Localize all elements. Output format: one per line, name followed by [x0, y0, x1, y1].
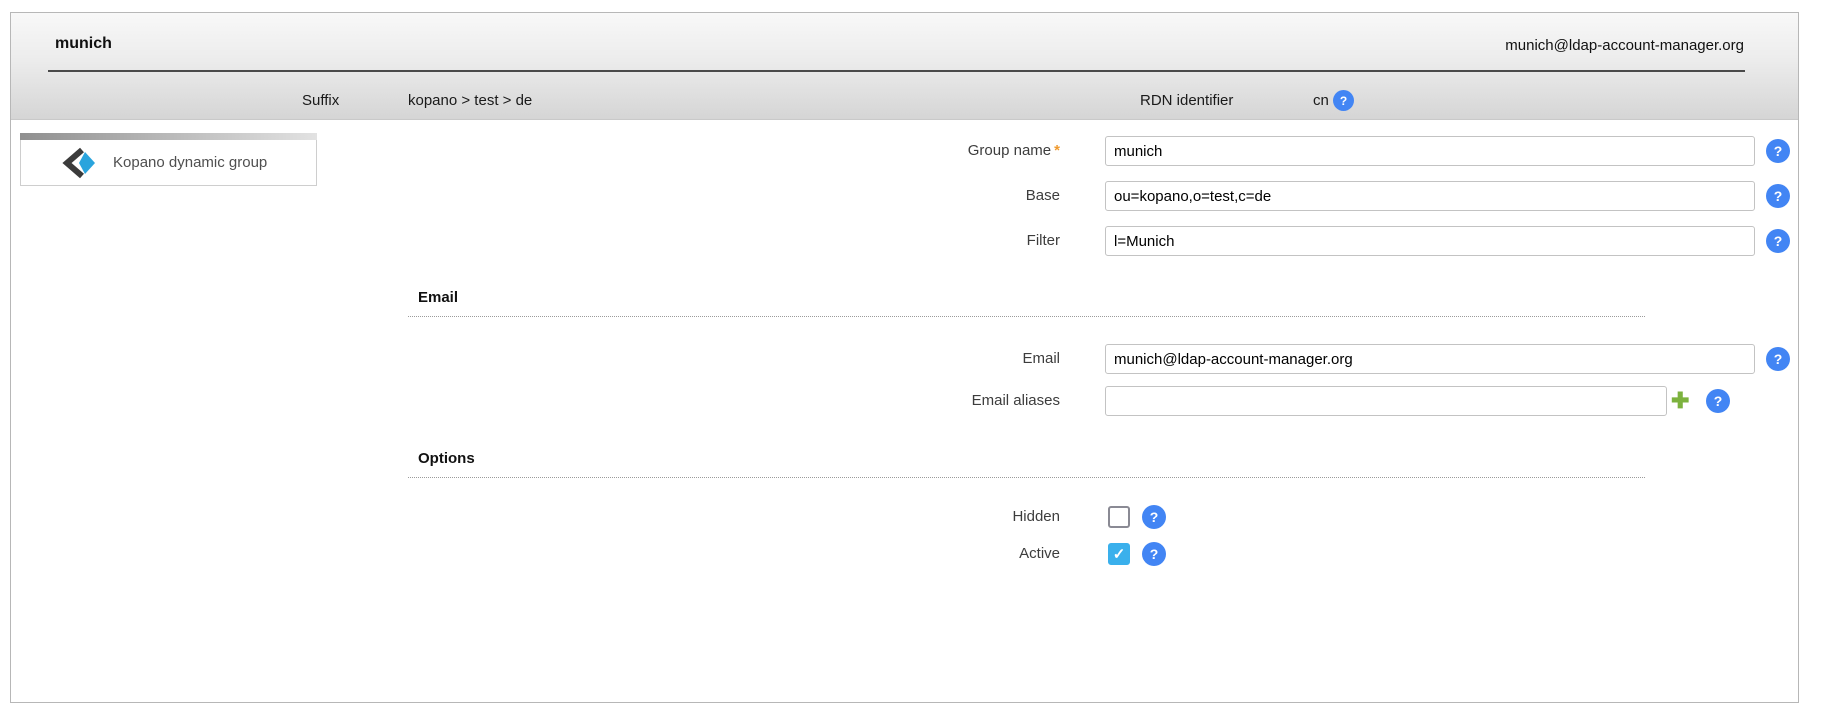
options-section-header: Options	[408, 450, 1645, 478]
email-aliases-input[interactable]	[1105, 386, 1667, 416]
page-header: munich munich@ldap-account-manager.org S…	[11, 13, 1798, 120]
base-input[interactable]	[1105, 181, 1755, 211]
group-name-input[interactable]	[1105, 136, 1755, 166]
header-divider	[48, 70, 1745, 72]
account-edit-panel: munich munich@ldap-account-manager.org S…	[10, 12, 1799, 703]
hidden-help-icon[interactable]: ?	[1142, 505, 1166, 529]
email-input[interactable]	[1105, 344, 1755, 374]
email-section-header: Email	[408, 289, 1645, 317]
suffix-label: Suffix	[302, 92, 339, 109]
email-label: Email	[660, 350, 1060, 367]
tab-label: Kopano dynamic group	[113, 154, 267, 171]
account-identifier: munich@ldap-account-manager.org	[1505, 37, 1744, 54]
filter-help-icon[interactable]: ?	[1766, 229, 1790, 253]
email-section-title: Email	[418, 289, 458, 306]
rdn-help-icon[interactable]: ?	[1333, 90, 1354, 111]
kopano-logo-icon	[61, 147, 99, 179]
group-name-help-icon[interactable]: ?	[1766, 139, 1790, 163]
hidden-label: Hidden	[660, 508, 1060, 525]
base-help-icon[interactable]: ?	[1766, 184, 1790, 208]
active-checkbox[interactable]: ✓	[1108, 543, 1130, 565]
suffix-breadcrumb: kopano > test > de	[408, 92, 532, 109]
base-label: Base	[660, 187, 1060, 204]
email-aliases-help-icon[interactable]: ?	[1706, 389, 1730, 413]
hidden-checkbox[interactable]: ✓	[1108, 506, 1130, 528]
required-marker: *	[1054, 142, 1060, 159]
group-name-label: Group name*	[660, 142, 1060, 159]
email-help-icon[interactable]: ?	[1766, 347, 1790, 371]
filter-label: Filter	[660, 232, 1060, 249]
email-aliases-label: Email aliases	[660, 392, 1060, 409]
tab-kopano-dynamic-group[interactable]: Kopano dynamic group	[20, 133, 317, 186]
rdn-identifier-label: RDN identifier	[1140, 92, 1233, 109]
rdn-identifier-value: cn	[1313, 92, 1329, 109]
options-section-title: Options	[418, 450, 475, 467]
active-help-icon[interactable]: ?	[1142, 542, 1166, 566]
add-alias-icon[interactable]: ✚	[1671, 389, 1689, 413]
active-label: Active	[660, 545, 1060, 562]
checkmark-icon: ✓	[1113, 545, 1126, 563]
tab-active-strip	[20, 133, 317, 140]
filter-input[interactable]	[1105, 226, 1755, 256]
page-title: munich	[55, 35, 112, 53]
